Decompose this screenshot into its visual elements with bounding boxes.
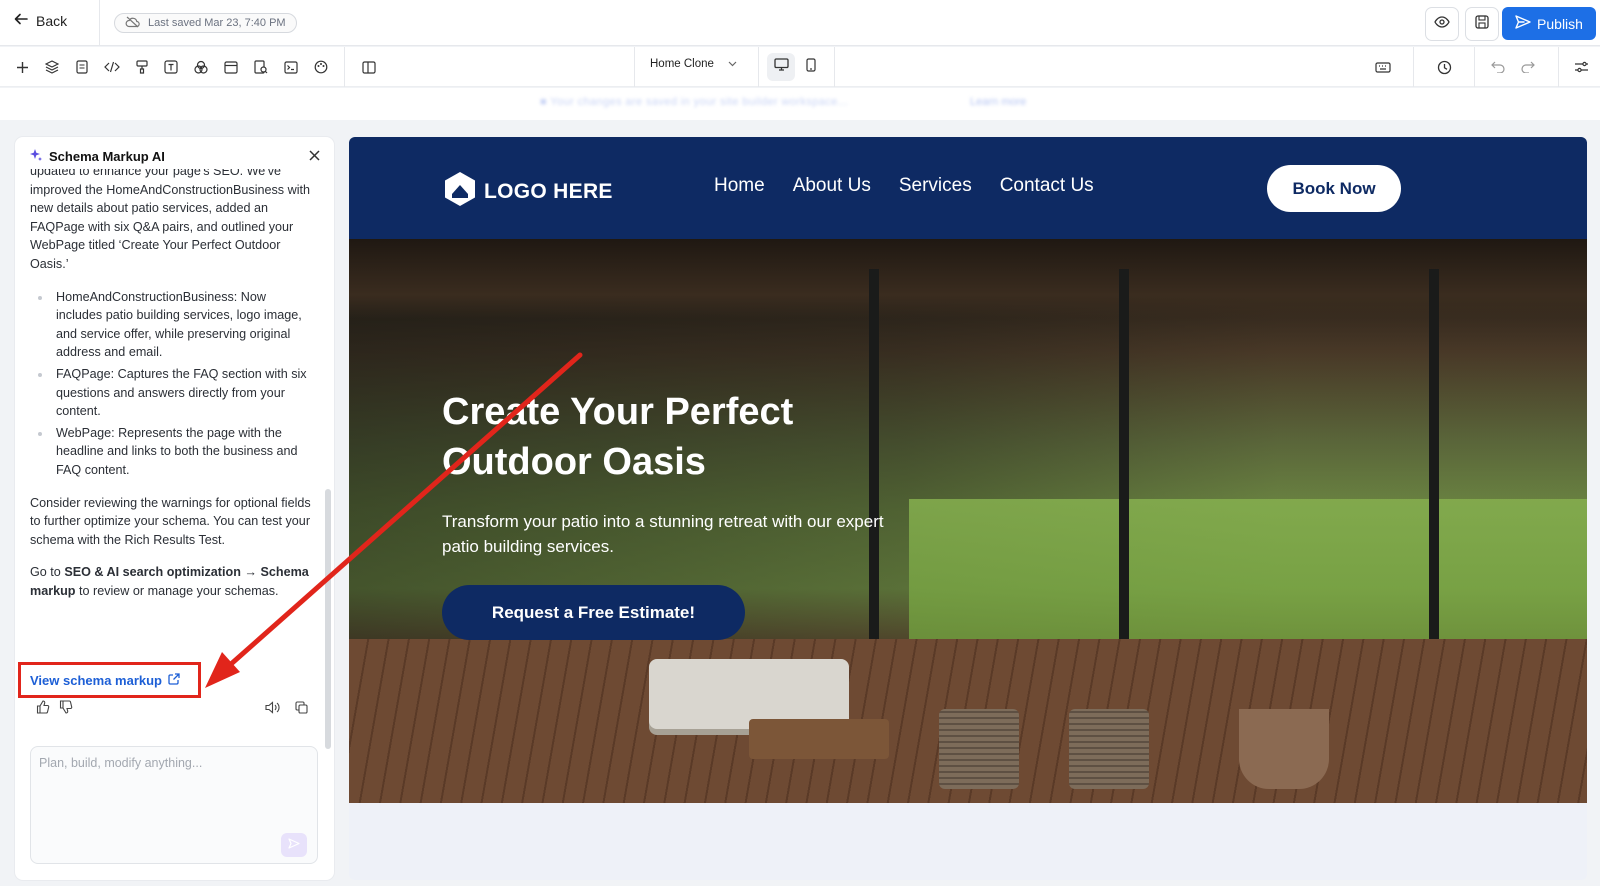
speaker-icon[interactable] — [263, 698, 281, 716]
schema-ai-panel: Schema Markup AI updated to enhance your… — [15, 137, 334, 880]
view-link-label: View schema markup — [30, 672, 162, 688]
shapes-icon[interactable] — [191, 57, 211, 77]
save-button[interactable] — [1465, 7, 1499, 41]
back-button[interactable]: Back — [14, 12, 67, 29]
add-icon[interactable] — [12, 57, 32, 77]
divider — [1558, 47, 1559, 87]
undo-icon[interactable] — [1488, 57, 1508, 77]
list-item: WebPage: Represents the page with the he… — [30, 424, 314, 480]
floppy-icon — [1475, 14, 1489, 34]
chat-message: updated to enhance your page's SEO. We'v… — [30, 169, 314, 699]
palette-icon[interactable] — [311, 57, 331, 77]
back-label: Back — [36, 12, 68, 29]
message-intro-partial: updated to enhance your page's SEO. We'v… — [30, 169, 282, 178]
message-intro: improved the HomeAndConstructionBusiness… — [30, 182, 310, 271]
monitor-icon — [773, 58, 789, 76]
navigation-hint: Go to SEO & AI search optimization → Sch… — [30, 563, 314, 600]
schema-list: HomeAndConstructionBusiness: Now include… — [30, 288, 314, 480]
layers-icon[interactable] — [42, 57, 62, 77]
divider — [1474, 47, 1475, 87]
sparkle-icon — [29, 148, 43, 165]
chair-decor — [939, 709, 1019, 789]
external-link-icon — [168, 672, 180, 688]
view-schema-markup-link[interactable]: View schema markup — [18, 662, 201, 698]
hexagon-logo-icon — [442, 170, 478, 214]
panel-title: Schema Markup AI — [49, 149, 165, 164]
hero-subtitle: Transform your patio into a stunning ret… — [442, 512, 884, 556]
hero-section: Create Your Perfect Outdoor Oasis Transf… — [349, 239, 1587, 803]
divider — [834, 47, 835, 87]
nav-link-services[interactable]: Services — [899, 175, 972, 197]
book-now-button[interactable]: Book Now — [1267, 165, 1401, 212]
top-bar: Back Last saved Mar 23, 7:40 PM Publish — [0, 0, 1600, 46]
banner-link[interactable]: Learn more — [970, 96, 1026, 108]
phone-icon — [806, 57, 816, 77]
list-item: HomeAndConstructionBusiness: Now include… — [30, 288, 314, 362]
chair-decor — [1069, 709, 1149, 789]
chevron-down-icon — [728, 58, 737, 70]
divider — [99, 0, 100, 46]
preview-button[interactable] — [1425, 7, 1459, 41]
editor-toolbar: Home Clone — [0, 47, 1600, 87]
eye-icon — [1434, 15, 1450, 33]
hero-lawn-decor — [909, 499, 1587, 649]
save-status-text: Last saved Mar 23, 7:40 PM — [148, 17, 286, 29]
list-item: FAQPage: Captures the FAQ section with s… — [30, 365, 314, 421]
send-icon — [288, 836, 300, 854]
settings-sliders-icon[interactable] — [1571, 57, 1591, 77]
mobile-view-button[interactable] — [797, 53, 825, 81]
hero-background-image — [349, 239, 1587, 319]
redo-icon[interactable] — [1518, 57, 1538, 77]
hero-title: Create Your Perfect Outdoor Oasis — [442, 391, 794, 483]
table-decor — [749, 719, 889, 759]
cloud-off-icon — [125, 16, 140, 31]
banner-text: ■ Your changes are saved in your site bu… — [540, 96, 849, 108]
desktop-view-button[interactable] — [767, 53, 795, 81]
planter-decor — [1239, 709, 1329, 789]
save-status-badge: Last saved Mar 23, 7:40 PM — [114, 13, 297, 33]
thumbs-up-icon[interactable] — [34, 698, 52, 716]
scrollbar[interactable] — [325, 489, 331, 749]
page-select-value: Home Clone — [650, 58, 714, 70]
publish-button[interactable]: Publish — [1502, 7, 1596, 40]
history-icon[interactable] — [1434, 57, 1454, 77]
site-logo[interactable]: LOGO HERE — [442, 170, 613, 214]
nav-link-about[interactable]: About Us — [793, 175, 871, 197]
publish-label: Publish — [1537, 15, 1583, 32]
site-nav-links: Home About Us Services Contact Us — [714, 175, 1094, 197]
divider — [634, 47, 635, 87]
divider — [758, 47, 759, 87]
page-canvas: LOGO HERE Home About Us Services Contact… — [349, 137, 1587, 880]
close-icon[interactable] — [309, 148, 320, 166]
divider — [1413, 47, 1414, 87]
terminal-icon[interactable] — [281, 57, 301, 77]
keyboard-icon[interactable] — [1373, 57, 1393, 77]
code-icon[interactable] — [102, 57, 122, 77]
logo-text: LOGO HERE — [484, 180, 613, 203]
notice-banner: ■ Your changes are saved in your site bu… — [0, 88, 1600, 120]
window-icon[interactable] — [221, 57, 241, 77]
send-icon — [1515, 15, 1531, 32]
copy-icon[interactable] — [292, 698, 310, 716]
hint-suffix: to review or manage your schemas. — [75, 583, 279, 598]
page-select[interactable]: Home Clone — [650, 58, 737, 70]
request-estimate-button[interactable]: Request a Free Estimate! — [442, 585, 745, 640]
nav-link-contact[interactable]: Contact Us — [1000, 175, 1094, 197]
paint-icon[interactable] — [132, 57, 152, 77]
send-button[interactable] — [281, 833, 307, 857]
arrow-left-icon — [14, 12, 28, 29]
text-icon[interactable] — [161, 57, 181, 77]
chat-input[interactable] — [30, 746, 318, 864]
site-header: LOGO HERE Home About Us Services Contact… — [349, 137, 1587, 239]
panel-header: Schema Markup AI — [29, 148, 165, 165]
hint-prefix: Go to — [30, 565, 65, 580]
thumbs-down-icon[interactable] — [57, 698, 75, 716]
pages-icon[interactable] — [72, 57, 92, 77]
review-note: Consider reviewing the warnings for opti… — [30, 495, 311, 547]
nav-link-home[interactable]: Home — [714, 175, 765, 197]
sidebar-icon[interactable] — [359, 57, 379, 77]
seo-icon[interactable] — [251, 57, 271, 77]
divider — [344, 47, 345, 87]
message-actions — [34, 698, 320, 716]
